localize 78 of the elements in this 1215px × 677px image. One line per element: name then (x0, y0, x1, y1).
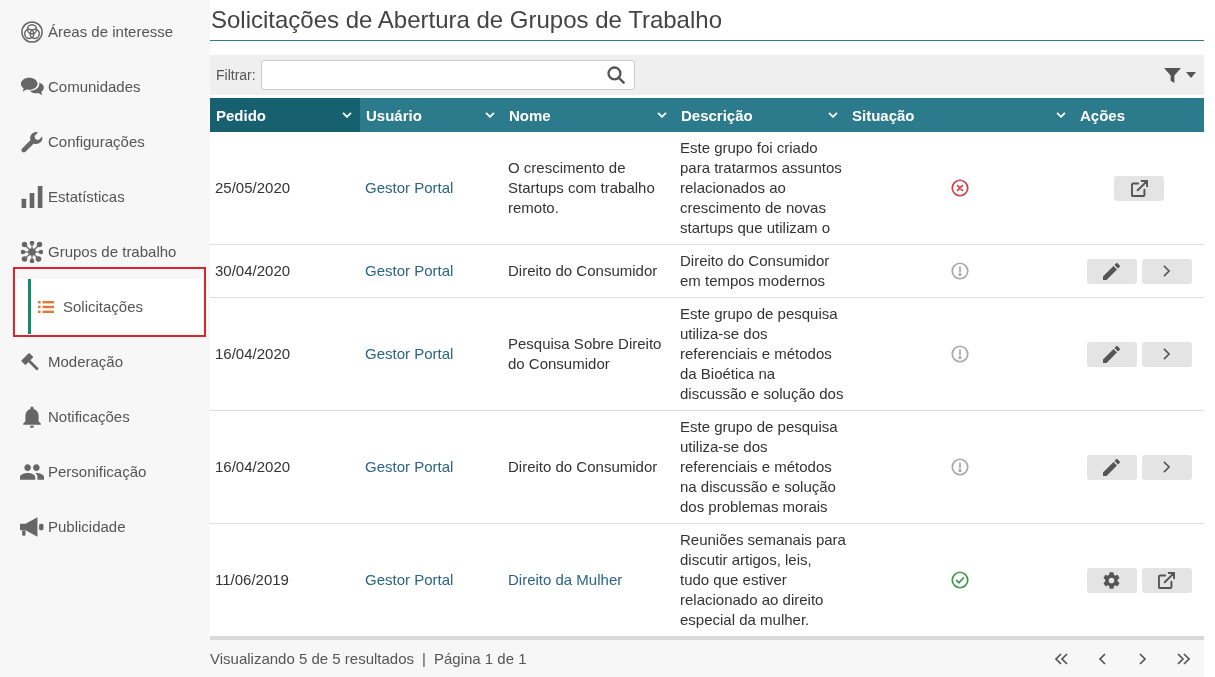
table-cell: Este grupo de pesquisa utiliza-se dos referenciais e métodos na discussão e solução dos problemas morais (675, 410, 846, 524)
filter-label: Filtrar: (216, 67, 256, 83)
table-cell: O crescimento de Startups com trabalho remoto. (503, 132, 675, 245)
pencil-icon (1103, 262, 1120, 280)
column-header[interactable]: Pedido (210, 98, 360, 132)
chevron-down-icon[interactable] (657, 112, 667, 118)
user-link[interactable]: Gestor Portal (365, 179, 454, 196)
open-link-button[interactable] (1141, 567, 1192, 593)
separator-text: | (422, 650, 426, 667)
user-link[interactable]: Gestor Portal (365, 262, 454, 279)
table-cell: 11/06/2019 (210, 523, 360, 638)
double-chevron-left-icon (1054, 652, 1068, 665)
column-header[interactable]: Situação (846, 98, 1074, 132)
bar-chart-icon (20, 185, 44, 208)
table-cell: Reuniões semanais para discutir artigos, leis, tudo que estiver relacionado ao direito especial da mulher. (675, 523, 846, 638)
chevron-down-icon[interactable] (828, 112, 838, 118)
pencil-icon (1103, 458, 1120, 476)
open-link-button[interactable] (1114, 175, 1164, 201)
venn-circles-icon (20, 20, 44, 43)
sidebar-item[interactable]: Áreas de interesse (0, 4, 210, 59)
edit-button[interactable] (1086, 454, 1137, 480)
table-cell: 16/04/2020 (210, 410, 360, 524)
sidebar-item[interactable]: Personificação (0, 444, 210, 499)
table-cell: 30/04/2020 (210, 244, 360, 298)
user-link[interactable]: Gestor Portal (365, 458, 454, 475)
gear-icon (1103, 571, 1120, 589)
chevron-right-icon (1163, 348, 1170, 360)
external-link-icon (1130, 179, 1148, 197)
network-nodes-icon (20, 240, 44, 263)
sidebar-subitem[interactable]: Solicitações (16, 279, 203, 334)
pencil-icon (1103, 345, 1120, 363)
table-cell: Este grupo foi criado para tratarmos assuntos relacionados ao crescimento de novas startups que utilizam o (675, 132, 846, 245)
page-title: Solicitações de Abertura de Grupos de Trabalho (211, 5, 722, 35)
results-summary: Visualizando 5 de 5 resultados (210, 650, 415, 667)
chevron-left-icon (1098, 652, 1106, 665)
sidebar-item[interactable]: Moderação (0, 334, 210, 389)
list-icon (38, 300, 54, 313)
filter-menu-button[interactable] (1164, 65, 1196, 85)
chevron-down-icon[interactable] (1056, 112, 1066, 118)
table-cell: 16/04/2020 (210, 297, 360, 411)
external-link-icon (1158, 571, 1175, 589)
sidebar-item[interactable]: Estatísticas (0, 169, 210, 224)
caret-down-icon (1186, 72, 1196, 78)
filter-field[interactable] (260, 60, 635, 90)
speech-bubbles-icon (20, 75, 44, 98)
megaphone-icon (20, 515, 44, 538)
table-cell: Este grupo de pesquisa utiliza-se dos referenciais e métodos da Bioética na discussão e solução dos (675, 297, 846, 411)
chevron-right-icon (1139, 652, 1147, 665)
sidebar-item[interactable]: Notificações (0, 389, 210, 444)
funnel-icon (1164, 67, 1181, 83)
edit-button[interactable] (1086, 258, 1137, 284)
chevron-down-icon[interactable] (342, 112, 352, 118)
sidebar-item[interactable]: Publicidade (0, 499, 210, 554)
page-indicator: Página 1 de 1 (433, 650, 527, 667)
column-header[interactable]: Nome (503, 98, 675, 132)
settings-button[interactable] (1086, 567, 1137, 593)
table-cell: Direito do Consumidor (503, 244, 675, 298)
chevron-right-icon (1163, 461, 1170, 473)
table-cell: Pesquisa Sobre Direito do Consumidor (503, 297, 675, 411)
wrench-icon (20, 130, 44, 153)
column-header[interactable]: Usuário (360, 98, 503, 132)
table-cell: Direito do Consumidor (503, 410, 675, 524)
edit-button[interactable] (1086, 341, 1137, 367)
sidebar-item[interactable]: Configurações (0, 114, 210, 169)
column-header[interactable]: Ações (1074, 98, 1204, 132)
column-header[interactable]: Descrição (675, 98, 846, 132)
sidebar-item[interactable]: Comunidades (0, 59, 210, 114)
sidebar-item[interactable]: Grupos de trabalho (0, 224, 210, 279)
chevron-right-icon (1163, 265, 1170, 277)
search-icon[interactable] (606, 66, 625, 84)
bell-icon (20, 405, 44, 428)
user-link[interactable]: Gestor Portal (365, 571, 454, 588)
table-cell: 25/05/2020 (210, 132, 360, 245)
double-chevron-right-icon (1177, 652, 1191, 665)
name-link[interactable]: Direito da Mulher (508, 571, 623, 588)
table-cell: Direito do Consumidor em tempos modernos (675, 244, 846, 298)
user-link[interactable]: Gestor Portal (365, 345, 454, 362)
chevron-down-icon[interactable] (485, 112, 495, 118)
